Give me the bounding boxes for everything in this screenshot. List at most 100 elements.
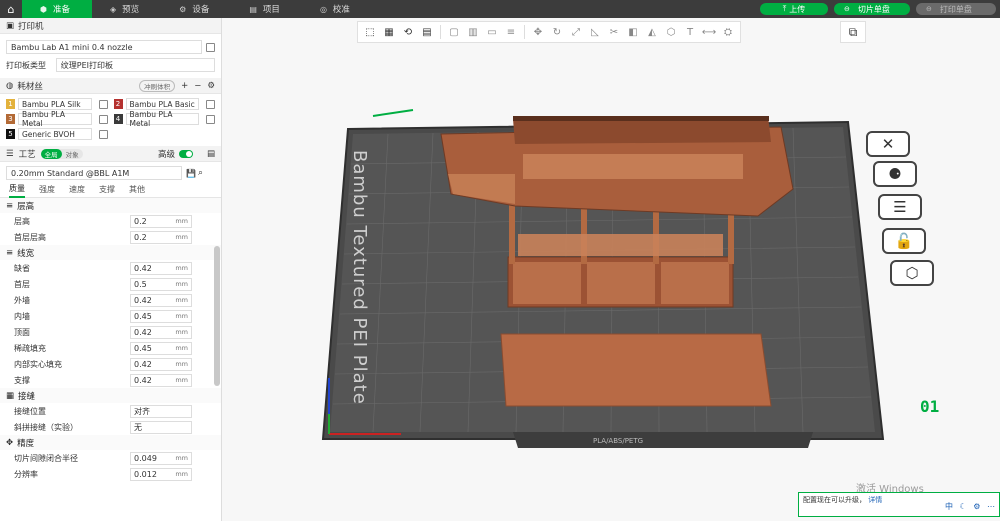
upload-icon: ⤒	[782, 4, 787, 13]
document-icon: ▤	[249, 4, 257, 14]
sparse-infill-width-input[interactable]: 0.45 mm	[130, 341, 192, 355]
seam-paint-icon[interactable]: ⬡	[662, 23, 680, 41]
home-icon[interactable]: ⌂	[0, 0, 22, 18]
tab-strength[interactable]: 强度	[39, 184, 55, 195]
support-width-input[interactable]: 0.42 mm	[130, 373, 192, 387]
filament-item[interactable]: 2 Bambu PLA Basic	[113, 98, 215, 110]
lay-on-face-icon[interactable]: ◺	[586, 23, 604, 41]
tab-prepare[interactable]: ⬢ 准备	[22, 0, 92, 18]
param-row: 首层 0.5 mm	[0, 276, 221, 292]
tab-speed[interactable]: 速度	[69, 184, 85, 195]
seam-position-select[interactable]: 对齐	[130, 404, 192, 418]
edit-icon[interactable]	[98, 114, 108, 124]
filament-item[interactable]: 5 Generic BVOH	[6, 128, 108, 140]
delete-plate-icon[interactable]: ✕	[866, 131, 910, 157]
first-layer-height-input[interactable]: 0.2 mm	[130, 230, 192, 244]
flush-volume-button[interactable]: 冲刷体积	[139, 79, 176, 92]
scale-icon[interactable]: ⤢	[567, 23, 585, 41]
assembly-icon[interactable]: ⛭	[719, 23, 737, 41]
advanced-switch[interactable]	[178, 149, 193, 158]
tab-project[interactable]: ▤ 项目	[231, 0, 302, 18]
add-icon[interactable]: +	[181, 81, 188, 91]
view-cube-icon[interactable]: ⧉	[840, 21, 866, 43]
edit-icon[interactable]	[206, 99, 215, 109]
sidebar-scrollbar[interactable]	[214, 246, 220, 386]
param-row: 内墙 0.45 mm	[0, 308, 221, 324]
3d-viewport[interactable]: PLA/ABS/PETG	[223, 44, 1000, 521]
tab-others[interactable]: 其他	[129, 184, 145, 195]
inner-wall-width-input[interactable]: 0.45 mm	[130, 309, 192, 323]
split-objects-icon[interactable]: ▢	[445, 23, 463, 41]
auto-arrange-plate-icon[interactable]: ⚈	[873, 161, 917, 187]
edit-icon[interactable]	[206, 42, 215, 52]
settings-icon[interactable]: ⚙	[207, 81, 215, 91]
auto-orient-icon[interactable]: ⟲	[399, 23, 417, 41]
global-toggle[interactable]: 全局	[40, 148, 62, 159]
edit-plate-name-icon[interactable]	[372, 109, 414, 117]
seam-icon: ▦	[6, 390, 15, 401]
plate-view-icon[interactable]: ⬡	[890, 260, 934, 286]
rotate-icon[interactable]: ↻	[548, 23, 566, 41]
slice-gap-input[interactable]: 0.049 mm	[130, 451, 192, 465]
printer-select[interactable]: Bambu Lab A1 mini 0.4 nozzle	[6, 40, 203, 54]
scarf-seam-select[interactable]: 无	[130, 420, 192, 434]
viewport-toolbar: ⬚ ▦ ⟲ ▤ ▢ ▥ ▭ ≡ ✥ ↻ ⤢ ◺ ✂ ◧ ◭ ⬡ T ⟷ ⛭	[357, 21, 741, 43]
details-link[interactable]: 详情	[868, 496, 882, 504]
compare-icon[interactable]: ▤	[207, 149, 215, 159]
printer-icon: ▣	[6, 20, 15, 31]
param-row: 分辨率 0.012 mm	[0, 466, 221, 482]
internal-solid-width-input[interactable]: 0.42 mm	[130, 357, 192, 371]
arrange-icon[interactable]: ▤	[418, 23, 436, 41]
edit-icon[interactable]	[206, 114, 215, 124]
edit-icon[interactable]	[98, 99, 108, 109]
param-row: 接缝位置 对齐	[0, 403, 221, 419]
object-toggle[interactable]: 对象	[62, 149, 83, 159]
default-width-input[interactable]: 0.42 mm	[130, 261, 192, 275]
resolution-input[interactable]: 0.012 mm	[130, 467, 192, 481]
support-paint-icon[interactable]: ◭	[643, 23, 661, 41]
first-layer-width-input[interactable]: 0.5 mm	[130, 277, 192, 291]
tab-calibration[interactable]: ◎ 校准	[302, 0, 372, 18]
layer-height-group: ≡ 层高	[0, 198, 221, 213]
param-row: 稀疏填充 0.45 mm	[0, 340, 221, 356]
target-icon: ◎	[319, 4, 327, 14]
tab-support[interactable]: 支撑	[99, 184, 115, 195]
param-row: 斜拼接缝（实验）无	[0, 419, 221, 435]
lock-icon[interactable]: 🔓	[882, 228, 926, 254]
plate-settings-icon[interactable]: ☰	[878, 194, 922, 220]
variable-layer-icon[interactable]: ≡	[502, 23, 520, 41]
chevron-down-icon: ⊖	[844, 5, 850, 13]
layers-edit-icon[interactable]: ▭	[483, 23, 501, 41]
top-surface-width-input[interactable]: 0.42 mm	[130, 325, 192, 339]
remove-icon[interactable]: −	[194, 81, 201, 91]
cut-icon[interactable]: ✂	[605, 23, 623, 41]
tab-preview[interactable]: ◈ 预览	[92, 0, 161, 18]
filament-item[interactable]: 4 Bambu PLA Metal	[113, 110, 215, 128]
move-icon[interactable]: ✥	[529, 23, 547, 41]
filament-item[interactable]: 1 Bambu PLA Silk	[6, 98, 108, 110]
process-preset-select[interactable]: 0.20mm Standard @BBL A1M	[6, 166, 182, 180]
outer-wall-width-input[interactable]: 0.42 mm	[130, 293, 192, 307]
add-object-icon[interactable]: ⬚	[361, 23, 379, 41]
process-section-header: ☰ 工艺 全局 对象 高级 ▤	[0, 146, 221, 162]
split-parts-icon[interactable]: ▥	[464, 23, 482, 41]
chevron-down-icon: ⊖	[926, 5, 932, 13]
search-icon[interactable]: ⌕	[198, 168, 203, 178]
line-width-group: ≡ 线宽	[0, 245, 221, 260]
mesh-boolean-icon[interactable]: ◧	[624, 23, 642, 41]
plate-type-select[interactable]: 纹理PEI打印板	[55, 58, 215, 72]
save-icon[interactable]: 💾	[186, 169, 196, 178]
edit-icon[interactable]	[98, 129, 108, 139]
tab-device[interactable]: ⚙ 设备	[161, 0, 231, 18]
add-plate-icon[interactable]: ▦	[380, 23, 398, 41]
slice-plate-button[interactable]: ⊖ 切片单盘	[834, 3, 910, 15]
text-icon[interactable]: T	[681, 23, 699, 41]
print-plate-button[interactable]: ⊖ 打印单盘	[916, 3, 996, 15]
filament-item[interactable]: 3 Bambu PLA Metal	[6, 110, 108, 128]
upload-button[interactable]: ⤒ 上传	[760, 3, 828, 15]
tab-quality[interactable]: 质量	[9, 182, 25, 198]
layer-height-input[interactable]: 0.2 mm	[130, 214, 192, 228]
plate-name-label: Bambu Textured PEI Plate	[349, 150, 370, 405]
update-notification[interactable]: 配置现在可以升级， 详情 中 ☾ ⚙ ⋯	[798, 492, 1000, 517]
measure-icon[interactable]: ⟷	[700, 23, 718, 41]
